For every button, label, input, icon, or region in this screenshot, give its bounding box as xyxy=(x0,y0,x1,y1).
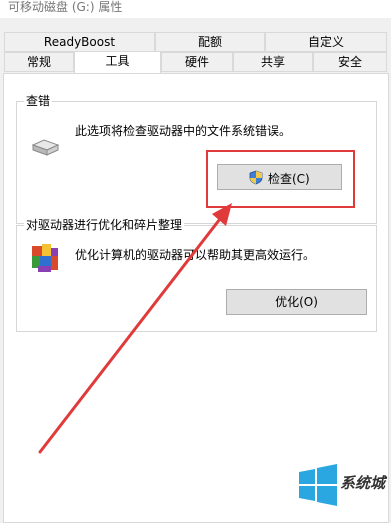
watermark-text: 系统城 xyxy=(340,474,386,492)
windows-logo-icon xyxy=(299,464,337,506)
annotation-arrow xyxy=(38,203,232,454)
watermark: 系统城 xyxy=(290,452,390,522)
